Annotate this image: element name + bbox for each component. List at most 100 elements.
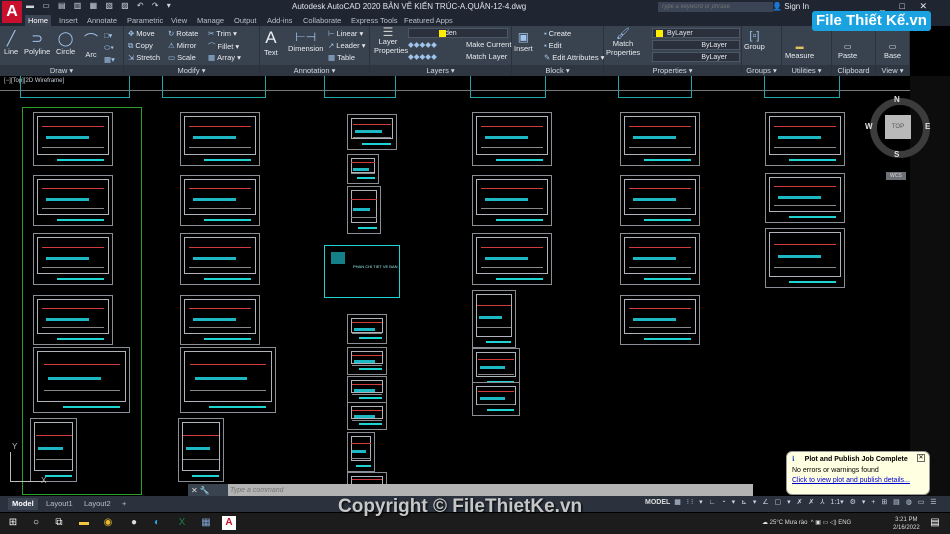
tab-parametric[interactable]: Parametric (124, 15, 166, 26)
tab-insert[interactable]: Insert (56, 15, 81, 26)
drawing-sheet[interactable] (765, 228, 845, 288)
drawing-canvas[interactable]: [−][Top][2D Wireframe] PHAN CHI TIET VE … (0, 76, 910, 496)
tab-featured-apps[interactable]: Featured Apps (401, 15, 456, 26)
chat-app-icon[interactable]: ● (127, 516, 141, 530)
tab-manage[interactable]: Manage (194, 15, 227, 26)
draw-more-icons[interactable]: □▾ ⬭▾ ▦▾ (104, 30, 115, 66)
chrome-icon[interactable]: ◉ (101, 516, 115, 530)
tab-home[interactable]: Home (25, 15, 52, 26)
polyline-button[interactable]: ⊃ Polyline (24, 30, 50, 56)
linear-button[interactable]: ⊢ Linear ▾ (328, 29, 363, 38)
drawing-sheet[interactable] (180, 233, 260, 285)
command-input[interactable] (230, 486, 530, 495)
paste-button[interactable]: ▭ Paste (838, 42, 857, 60)
match-layer-button[interactable]: Match Layer (466, 52, 507, 61)
leader-button[interactable]: ↗ Leader ▾ (328, 41, 366, 50)
color-dropdown[interactable]: ByLayer (652, 28, 740, 38)
rotate-button[interactable]: ↻ Rotate (168, 29, 198, 38)
system-tray[interactable]: ☁ 25°C Mưa rào ^ ▣ ▭ ◁) ENG (762, 519, 851, 526)
annotation-panel-label[interactable]: Annotation ▾ (260, 65, 369, 76)
compass-north[interactable]: N (894, 95, 900, 104)
drawing-sheet[interactable] (180, 112, 260, 166)
quick-access-toolbar[interactable]: ▬ ▭ ▤ ▥ ▦ ▧ ▨ ↶ ↷ ▾ (26, 1, 174, 10)
array-button[interactable]: ▦ Array ▾ (208, 53, 241, 62)
search-input[interactable] (658, 2, 773, 12)
drawing-sheet[interactable] (347, 186, 381, 234)
copy-button[interactable]: ⧉ Copy (128, 41, 153, 51)
drawing-sheet[interactable] (620, 112, 700, 166)
dimension-button[interactable]: ⊢⊣ Dimension (288, 30, 323, 53)
drawing-sheet[interactable] (180, 295, 260, 345)
drawing-sheet[interactable] (472, 112, 552, 166)
wcs-menu[interactable]: WCS (886, 172, 906, 180)
modify-panel-label[interactable]: Modify ▾ (124, 65, 259, 76)
layout-tab-layout1[interactable]: Layout1 (42, 498, 77, 510)
autocad-taskbar-icon[interactable]: A (222, 516, 236, 530)
trim-button[interactable]: ✂ Trim ▾ (208, 29, 237, 38)
close-notification-button[interactable]: ✕ (917, 454, 925, 462)
block-panel-label[interactable]: Block ▾ (512, 65, 603, 76)
drawing-sheet[interactable] (33, 233, 113, 285)
drawing-sheet[interactable] (620, 233, 700, 285)
circle-button[interactable]: ◯ Circle (56, 30, 75, 56)
make-current-button[interactable]: Make Current (466, 40, 511, 49)
drawing-sheet[interactable] (620, 295, 700, 345)
drawing-sheet[interactable] (765, 112, 845, 166)
insert-button[interactable]: ▣ Insert (514, 30, 533, 53)
drawing-sheet[interactable] (347, 347, 387, 375)
match-properties-button[interactable]: 🖌 Match Properties (606, 29, 640, 58)
table-button[interactable]: ▦ Table (328, 53, 355, 62)
drawing-sheet[interactable] (33, 175, 113, 226)
clipboard-panel-label[interactable]: Clipboard (832, 65, 875, 76)
tab-annotate[interactable]: Annotate (84, 15, 120, 26)
sign-in-button[interactable]: 👤 Sign In (772, 2, 809, 11)
drawing-sheet[interactable] (347, 114, 397, 150)
excel-icon[interactable]: X (175, 516, 189, 530)
drawing-sheet[interactable] (347, 154, 379, 184)
tab-view[interactable]: View (168, 15, 190, 26)
utilities-panel-label[interactable]: Utilities ▾ (782, 65, 831, 76)
tab-add-ins[interactable]: Add-ins (264, 15, 295, 26)
linetype-dropdown[interactable]: ByLayer (652, 40, 740, 50)
drawing-sheet[interactable] (472, 175, 552, 226)
file-explorer-icon[interactable]: ▬ (77, 516, 91, 530)
drawing-sheet[interactable] (33, 347, 130, 413)
edge-icon[interactable]: ◐ (150, 516, 164, 530)
autocad-logo[interactable]: A (2, 1, 22, 23)
edit-attributes-button[interactable]: ✎ Edit Attributes ▾ (544, 53, 604, 62)
mirror-button[interactable]: ⚠ Mirror (168, 41, 196, 50)
group-button[interactable]: [▫] Group (744, 30, 765, 51)
notification-center-icon[interactable]: ▤ (928, 516, 942, 530)
drawing-sheet[interactable] (765, 173, 845, 223)
move-button[interactable]: ✥ Move (128, 29, 155, 38)
status-bar[interactable]: MODEL ▦ ⁝⁝ ▾ ∟ ◔ ▾ ⊾ ▾ ∠ ▢ ▾ ✗ ✗ ⅄ 1:1▾ … (645, 498, 939, 510)
arc-button[interactable]: ⌒ Arc (84, 30, 98, 59)
scale-button[interactable]: ▭ Scale (168, 53, 196, 62)
annotation-scale[interactable]: 1:1 (830, 499, 840, 506)
layer-tool-icons[interactable]: ◆◆◆◆◆ (408, 40, 437, 49)
layer-tool-icons-2[interactable]: ◆◆◆◆◆ (408, 52, 437, 61)
layer-dropdown[interactable]: den (408, 28, 508, 38)
drawing-sheet[interactable] (472, 382, 520, 416)
drawing-sheet[interactable] (180, 347, 276, 413)
line-button[interactable]: ╱ Line (4, 30, 18, 56)
layout-tab-model[interactable]: Model (8, 498, 38, 510)
view-panel-label[interactable]: View ▾ (876, 65, 909, 76)
layer-properties-button[interactable]: ☰ Layer Properties (374, 26, 408, 55)
drawing-sheet[interactable] (180, 175, 260, 226)
drawing-sheet[interactable] (472, 233, 552, 285)
drawing-sheet[interactable] (472, 290, 516, 348)
compass-south[interactable]: S (894, 150, 899, 159)
compass-west[interactable]: W (865, 122, 873, 131)
tab-collaborate[interactable]: Collaborate (300, 15, 344, 26)
compass-east[interactable]: E (925, 122, 930, 131)
windows-start-icon[interactable]: ⊞ (6, 516, 20, 530)
drawing-sheet[interactable] (347, 376, 387, 404)
drawing-sheet[interactable] (620, 175, 700, 226)
edit-block-button[interactable]: ▪ Edit (544, 41, 562, 50)
drawing-sheet[interactable] (33, 112, 113, 166)
lineweight-dropdown[interactable]: ByLayer (652, 52, 740, 62)
groups-panel-label[interactable]: Groups ▾ (742, 65, 781, 76)
create-block-button[interactable]: ▪ Create (544, 29, 571, 38)
base-button[interactable]: ▭ Base (884, 42, 901, 60)
